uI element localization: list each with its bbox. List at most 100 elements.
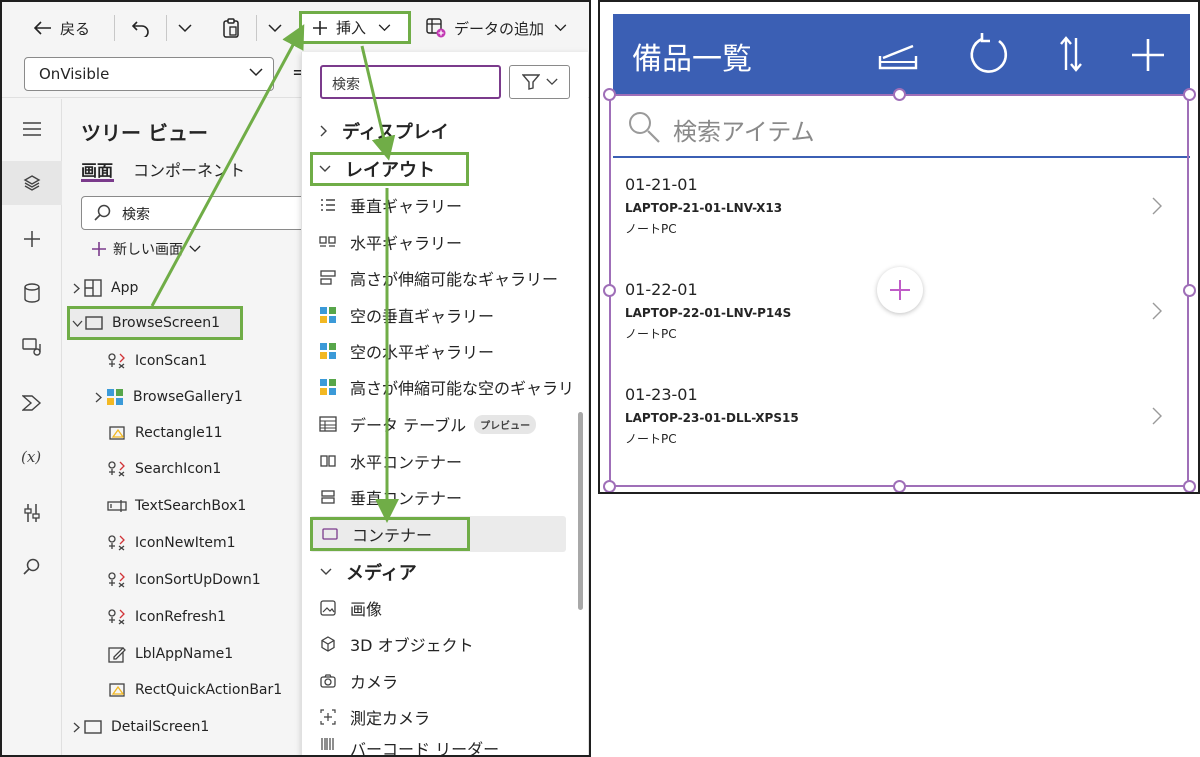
resize-handle[interactable]	[603, 480, 616, 492]
tree-node-detailscreen1[interactable]: DetailScreen1	[69, 710, 209, 744]
insert-item-horizontal-gallery[interactable]: 水平ギャラリー	[318, 225, 462, 259]
tree-node-browsegallery1[interactable]: BrowseGallery1	[91, 380, 243, 414]
tree-node-iconnewitem1[interactable]: IconNewItem1	[107, 526, 236, 560]
power-apps-studio: 戻る 挿入 データの追加 OnVisible = (x) ツリー ビュー 画面 …	[0, 0, 591, 757]
property-dropdown[interactable]: OnVisible	[24, 57, 274, 91]
resize-handle[interactable]	[1183, 480, 1196, 492]
chevron-down-icon	[320, 568, 332, 575]
paste-button[interactable]	[222, 14, 240, 42]
insert-item-vertical-container[interactable]: 垂直コンテナー	[318, 480, 462, 514]
insert-item-3d-object[interactable]: 3D オブジェクト	[318, 627, 474, 661]
insert-search-input[interactable]: 検索	[320, 65, 501, 99]
tree-node-rectquickactionbar1[interactable]: RectQuickActionBar1	[107, 673, 282, 707]
tree-node-searchicon1[interactable]: SearchIcon1	[107, 452, 221, 486]
data-button[interactable]	[2, 271, 62, 315]
power-automate-button[interactable]	[2, 381, 62, 425]
resize-handle[interactable]	[603, 88, 616, 101]
tree-view-button[interactable]	[2, 161, 62, 205]
back-button[interactable]: 戻る	[34, 14, 90, 42]
chevron-right-icon[interactable]	[1152, 302, 1162, 320]
flyout-scrollbar[interactable]	[578, 412, 583, 610]
item-name: LAPTOP-23-01-DLL-XPS15	[625, 411, 799, 425]
undo-button[interactable]	[132, 14, 150, 42]
resize-handle[interactable]	[1183, 88, 1196, 101]
resize-handle[interactable]	[603, 284, 616, 297]
variables-button[interactable]: (x)	[2, 435, 62, 479]
tree-node-lblappname1[interactable]: LblAppName1	[107, 637, 233, 671]
refresh-icon[interactable]	[968, 32, 1012, 80]
tree-node-iconscan1[interactable]: IconScan1	[107, 344, 207, 378]
filter-button[interactable]	[509, 65, 570, 99]
insert-rail-button[interactable]	[2, 217, 62, 261]
insert-item-label: 画像	[350, 600, 383, 619]
horizontal-container-icon	[318, 454, 338, 468]
chevron-right-icon[interactable]	[1152, 407, 1162, 425]
insert-item-blank-vertical-gallery[interactable]: 空の垂直ギャラリー	[318, 298, 494, 332]
tab-screens[interactable]: 画面	[81, 157, 113, 181]
insert-item-flexible-gallery[interactable]: 高さが伸縮可能なギャラリー	[318, 261, 558, 295]
menu-button[interactable]	[2, 107, 62, 151]
toolbar-divider	[114, 15, 115, 41]
chevron-right-icon[interactable]	[69, 722, 83, 733]
insert-item-blank-horizontal-gallery[interactable]: 空の水平ギャラリー	[318, 334, 494, 368]
chevron-down-icon[interactable]	[70, 320, 84, 327]
plus-icon	[24, 231, 40, 247]
flexible-gallery-icon	[318, 270, 338, 286]
search-rail-button[interactable]	[2, 545, 62, 589]
tree-node-browsescreen1[interactable]: BrowseScreen1	[67, 306, 243, 340]
insert-item-data-table[interactable]: データ テーブル プレビュー	[318, 407, 537, 441]
chevron-right-icon[interactable]	[1152, 197, 1162, 215]
add-icon[interactable]	[1131, 38, 1165, 76]
tree-node-rectangle11[interactable]: Rectangle11	[107, 416, 223, 450]
item-id: 01-21-01	[625, 175, 698, 194]
insert-item-camera[interactable]: カメラ	[318, 664, 398, 698]
resize-handle[interactable]	[893, 88, 906, 101]
gallery-row[interactable]: 01-23-01 LAPTOP-23-01-DLL-XPS15 ノートPC	[613, 369, 1190, 473]
container-icon	[320, 527, 340, 541]
insert-item-horizontal-container[interactable]: 水平コンテナー	[318, 444, 462, 478]
insert-item-barcode-reader[interactable]: バーコード リーダー	[318, 736, 499, 755]
resize-handle[interactable]	[893, 480, 906, 492]
insert-item-label: 垂直コンテナー	[350, 489, 463, 508]
scan-icon[interactable]	[877, 38, 919, 76]
add-control-button[interactable]	[877, 267, 923, 313]
insert-item-image[interactable]: 画像	[318, 591, 382, 625]
cube-icon	[318, 636, 338, 652]
sort-icon[interactable]	[1059, 36, 1083, 76]
category-media[interactable]: メディア	[320, 557, 417, 587]
media-button[interactable]	[2, 325, 62, 369]
item-id: 01-23-01	[625, 385, 698, 404]
add-data-button[interactable]: データの追加	[426, 14, 567, 42]
preview-badge: プレビュー	[474, 414, 537, 434]
app-search-box[interactable]: 検索アイテム	[613, 94, 1190, 158]
gallery-row[interactable]: 01-21-01 LAPTOP-21-01-LNV-X13 ノートPC	[613, 159, 1190, 263]
chevron-down-icon	[268, 23, 282, 32]
resize-handle[interactable]	[1183, 284, 1196, 297]
undo-dropdown[interactable]	[178, 14, 192, 42]
chevron-right-icon[interactable]	[69, 283, 83, 294]
tree-node-iconrefresh1[interactable]: IconRefresh1	[107, 600, 226, 634]
tree-node-label: SearchIcon1	[135, 461, 222, 477]
tree-node-label: IconScan1	[135, 353, 208, 369]
insert-item-measuring-camera[interactable]: 測定カメラ	[318, 700, 430, 734]
category-display[interactable]: ディスプレイ	[320, 116, 449, 146]
search-icon	[629, 112, 660, 143]
insert-item-blank-flexible-gallery[interactable]: 高さが伸縮可能な空のギャラリ	[318, 370, 574, 404]
insert-item-vertical-gallery[interactable]: 垂直ギャラリー	[318, 188, 462, 222]
insert-item-label: 空の水平ギャラリー	[350, 343, 495, 362]
insert-button[interactable]: 挿入	[299, 11, 411, 44]
new-screen-button[interactable]: 新しい画面	[91, 239, 201, 259]
paste-dropdown[interactable]	[268, 14, 282, 42]
insert-item-container[interactable]: コンテナー	[310, 517, 470, 551]
category-layout[interactable]: レイアウト	[310, 152, 469, 186]
tools-button[interactable]	[2, 491, 62, 535]
tree-node-app[interactable]: App	[69, 271, 138, 305]
tree-node-iconsortupdown1[interactable]: IconSortUpDown1	[107, 563, 261, 597]
tree-node-textsearchbox1[interactable]: TextSearchBox1	[107, 489, 246, 523]
tree-node-label: BrowseGallery1	[133, 389, 243, 405]
icon-control-icon	[107, 352, 127, 370]
tree-search-input[interactable]: 検索	[81, 196, 321, 230]
chevron-right-icon[interactable]	[91, 392, 105, 403]
add-data-label: データの追加	[454, 19, 545, 38]
tab-components[interactable]: コンポーネント	[133, 157, 245, 181]
